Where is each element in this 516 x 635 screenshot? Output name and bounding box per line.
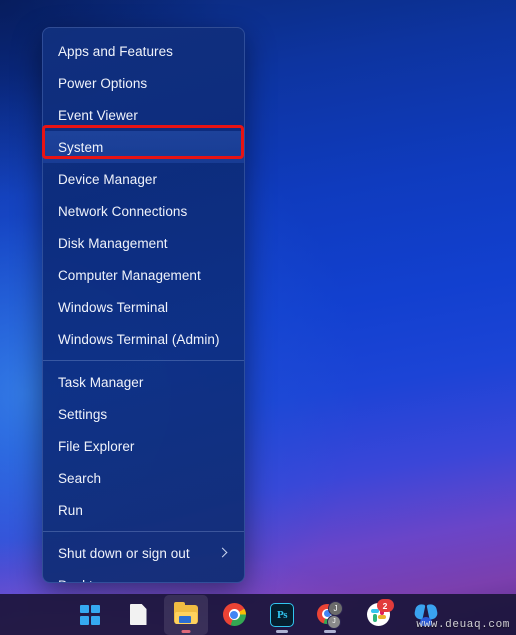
menu-item-label: Computer Management xyxy=(58,267,201,283)
notification-badge: 2 xyxy=(376,599,394,612)
menu-item-computer-management[interactable]: Computer Management xyxy=(43,259,244,291)
menu-item-label: Power Options xyxy=(58,75,148,91)
menu-item-windows-terminal[interactable]: Windows Terminal xyxy=(43,291,244,323)
taskbar-chrome[interactable] xyxy=(212,595,256,635)
menu-item-power-options[interactable]: Power Options xyxy=(43,67,244,99)
menu-separator xyxy=(43,360,244,361)
taskbar-running-indicator xyxy=(181,629,191,633)
start-button[interactable] xyxy=(68,595,112,635)
menu-item-shut-down-or-sign-out[interactable]: Shut down or sign out xyxy=(43,537,244,569)
chrome-icon xyxy=(222,603,246,626)
taskbar-file-explorer[interactable] xyxy=(164,594,208,635)
menu-item-run[interactable]: Run xyxy=(43,494,244,526)
menu-item-desktop[interactable]: Desktop xyxy=(43,569,244,583)
menu-item-search[interactable]: Search xyxy=(43,462,244,494)
menu-item-windows-terminal-admin[interactable]: Windows Terminal (Admin) xyxy=(43,323,244,355)
menu-item-label: Network Connections xyxy=(58,203,188,219)
menu-item-settings[interactable]: Settings xyxy=(43,398,244,430)
menu-item-label: Apps and Features xyxy=(58,43,173,59)
menu-item-label: Shut down or sign out xyxy=(58,545,190,561)
menu-item-device-manager[interactable]: Device Manager xyxy=(43,163,244,195)
menu-item-network-connections[interactable]: Network Connections xyxy=(43,195,244,227)
menu-item-disk-management[interactable]: Disk Management xyxy=(43,227,244,259)
taskbar-chrome-profile[interactable]: JJ xyxy=(308,595,352,635)
taskbar-photoshop[interactable]: Ps xyxy=(260,595,304,635)
menu-item-label: Windows Terminal xyxy=(58,299,169,315)
menu-item-label: Windows Terminal (Admin) xyxy=(58,331,220,347)
profile-badge-initial: J xyxy=(328,600,343,616)
menu-item-file-explorer[interactable]: File Explorer xyxy=(43,430,244,462)
menu-item-label: Event Viewer xyxy=(58,107,138,123)
profile-badge-secondary: J xyxy=(327,614,341,629)
menu-item-task-manager[interactable]: Task Manager xyxy=(43,366,244,398)
menu-item-label: Device Manager xyxy=(58,171,157,187)
menu-item-event-viewer[interactable]: Event Viewer xyxy=(43,99,244,131)
menu-item-label: Settings xyxy=(58,406,108,422)
taskbar-document-app[interactable] xyxy=(116,595,160,635)
photoshop-icon: Ps xyxy=(270,602,294,627)
windows-logo-icon xyxy=(80,604,100,625)
taskbar-slack[interactable]: 2 xyxy=(356,595,400,635)
slack-icon: 2 xyxy=(366,599,394,626)
menu-item-label: Task Manager xyxy=(58,374,144,390)
taskbar-running-indicator xyxy=(324,629,336,633)
screen: Apps and Features Power Options Event View… xyxy=(0,0,516,635)
taskbar-running-indicator xyxy=(276,629,288,633)
document-icon xyxy=(129,604,147,625)
menu-item-label: Search xyxy=(58,470,102,486)
menu-item-system[interactable]: System xyxy=(43,131,244,163)
menu-item-label: Run xyxy=(58,502,83,518)
chrome-profile-icon: JJ xyxy=(317,600,343,629)
menu-item-label: File Explorer xyxy=(58,438,135,454)
menu-item-label: Desktop xyxy=(58,578,234,583)
menu-item-apps-and-features[interactable]: Apps and Features xyxy=(43,35,244,67)
menu-item-label: Disk Management xyxy=(58,235,168,251)
chevron-right-icon xyxy=(218,548,228,558)
winx-context-menu[interactable]: Apps and Features Power Options Event View… xyxy=(42,27,245,583)
menu-item-label: System xyxy=(58,139,104,155)
watermark-text: www.deuaq.com xyxy=(416,619,510,631)
menu-separator xyxy=(43,531,244,532)
folder-icon xyxy=(174,602,198,624)
